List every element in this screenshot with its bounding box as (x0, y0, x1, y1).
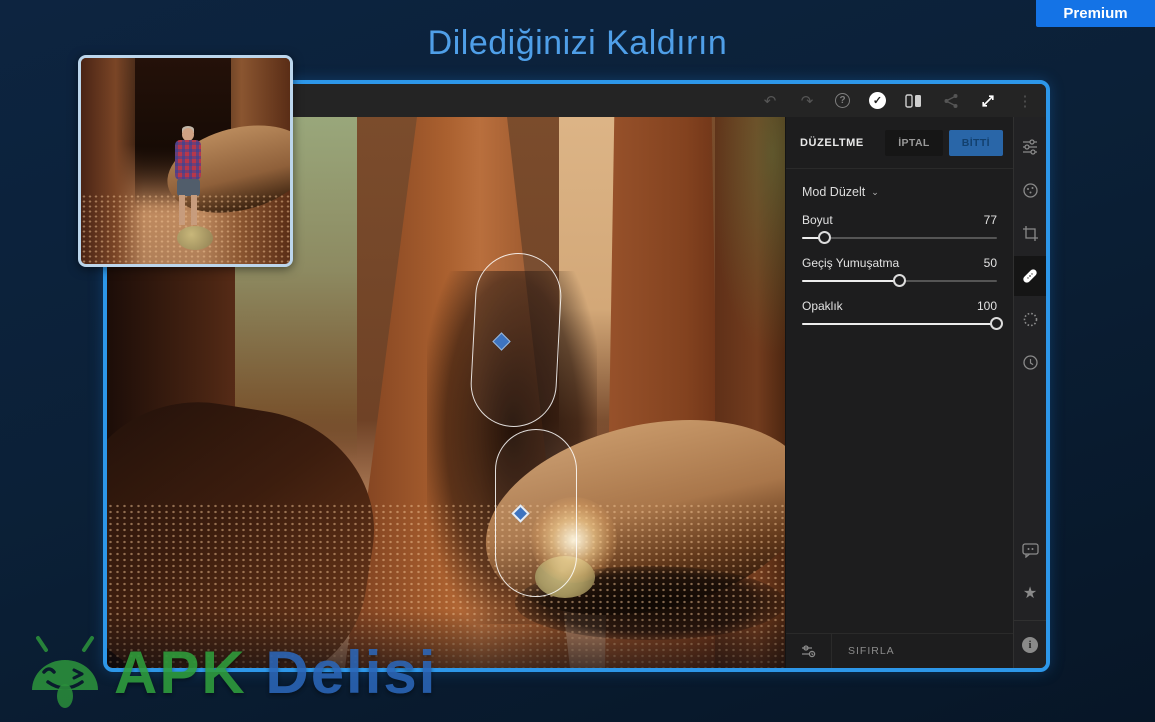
overflow-menu-icon[interactable]: ⋮ (1016, 92, 1034, 110)
confirm-check-icon[interactable]: ✓ (869, 92, 886, 109)
redo-icon[interactable]: ↷ (798, 92, 816, 110)
mode-selector[interactable]: Mod Düzelt ⌄ (802, 185, 997, 199)
watermark-text: APK Delisi (114, 638, 437, 707)
done-button[interactable]: BİTTİ (949, 130, 1003, 156)
tool-strip: ★ i (1013, 117, 1046, 668)
size-slider-thumb[interactable] (818, 231, 831, 244)
history-clock-icon[interactable] (1014, 342, 1047, 382)
local-adjust-settings-icon[interactable] (786, 634, 832, 668)
reset-button[interactable]: SIFIRLA (832, 645, 895, 657)
opacity-slider-row: Opaklık 100 (802, 299, 997, 325)
chevron-down-icon: ⌄ (871, 187, 879, 198)
premium-badge[interactable]: Premium (1036, 0, 1155, 27)
help-icon[interactable]: ? (835, 93, 850, 108)
panel-title: DÜZELTME (800, 137, 885, 149)
undo-icon[interactable]: ↶ (761, 92, 779, 110)
info-icon[interactable]: i (1014, 625, 1047, 665)
panel-bottom-bar: SIFIRLA (786, 633, 1013, 668)
healing-bandaid-icon[interactable] (1014, 256, 1047, 296)
panel-controls: Mod Düzelt ⌄ Boyut 77 (786, 169, 1013, 633)
photo-moss-corner (707, 117, 785, 357)
size-slider-label: Boyut (802, 213, 833, 227)
page-background: Dilediğinizi Kaldırın Premium ↶ ↷ ? ✓ ⋮ (0, 0, 1155, 722)
opacity-slider-thumb[interactable] (990, 317, 1003, 330)
watermark: APK Delisi (22, 630, 582, 722)
healing-panel: DÜZELTME İPTAL BİTTİ Mod Düzelt ⌄ Boyut … (785, 117, 1013, 668)
share-icon[interactable] (942, 92, 960, 110)
size-slider-value: 77 (984, 213, 997, 227)
android-robot-icon (22, 632, 108, 718)
feather-slider-value: 50 (984, 256, 997, 270)
selective-sphere-icon[interactable] (1014, 170, 1047, 210)
size-slider-track[interactable] (802, 237, 997, 239)
before-thumbnail[interactable] (78, 55, 293, 267)
feather-slider-label: Geçiş Yumuşatma (802, 256, 899, 270)
mode-label: Mod Düzelt (802, 185, 865, 199)
compare-before-after-icon[interactable] (905, 92, 923, 110)
noise-brush-icon[interactable] (1014, 299, 1047, 339)
heal-selection-outline-1[interactable] (469, 251, 564, 429)
expand-fullscreen-icon[interactable] (979, 92, 997, 110)
feather-slider-track[interactable] (802, 280, 997, 282)
heal-selection-outline-2[interactable] (495, 429, 577, 597)
strip-divider (1014, 620, 1047, 621)
person-figure (169, 128, 209, 248)
feather-slider-row: Geçiş Yumuşatma 50 (802, 256, 997, 282)
crop-rotate-icon[interactable] (1014, 213, 1047, 253)
feather-slider-thumb[interactable] (893, 274, 906, 287)
comment-bubble-icon[interactable] (1014, 530, 1047, 570)
star-rating-icon[interactable]: ★ (1014, 573, 1047, 613)
panel-header: DÜZELTME İPTAL BİTTİ (786, 117, 1013, 169)
opacity-slider-track[interactable] (802, 323, 997, 325)
adjust-sliders-icon[interactable] (1014, 127, 1047, 167)
opacity-slider-value: 100 (977, 299, 997, 313)
cancel-button[interactable]: İPTAL (885, 130, 943, 156)
size-slider-row: Boyut 77 (802, 213, 997, 239)
opacity-slider-label: Opaklık (802, 299, 843, 313)
